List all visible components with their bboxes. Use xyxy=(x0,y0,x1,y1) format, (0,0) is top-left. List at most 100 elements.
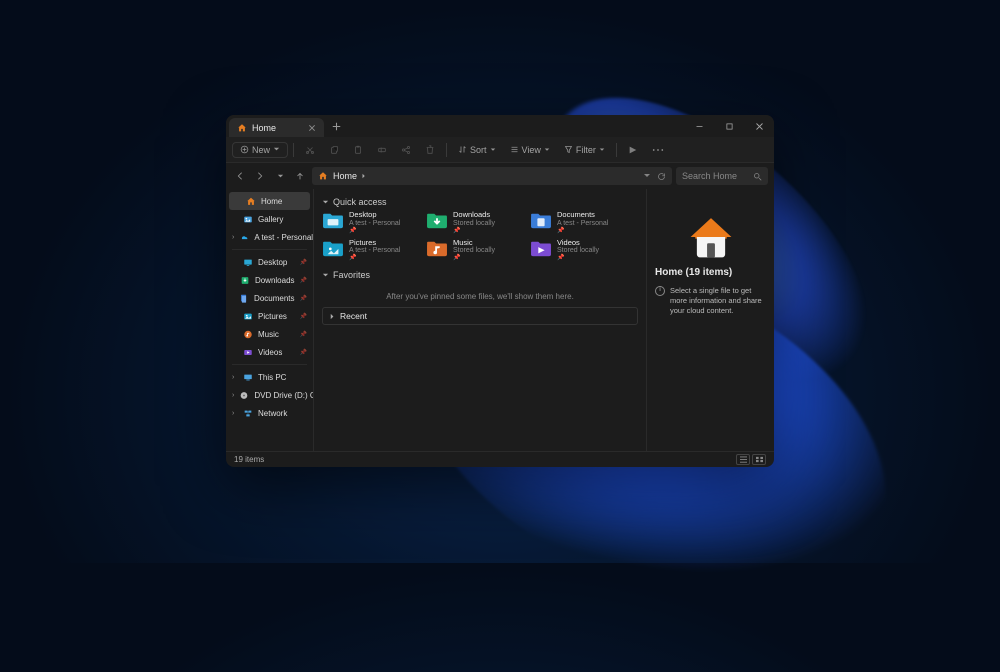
details-hint: i Select a single file to get more infor… xyxy=(655,286,766,315)
view-label: View xyxy=(522,145,541,155)
documents-icon xyxy=(239,293,249,303)
pin-icon: 📌 xyxy=(453,228,495,235)
pin-icon: 📌 xyxy=(300,331,307,338)
pin-icon: 📌 xyxy=(300,313,307,320)
window-controls xyxy=(684,115,774,137)
view-list-button[interactable] xyxy=(736,454,750,465)
maximize-button[interactable] xyxy=(714,115,744,137)
quick-item-documents[interactable]: DocumentsA test - Personal📌 xyxy=(530,211,626,235)
sidebar-item-home[interactable]: Home xyxy=(229,192,310,210)
search-icon xyxy=(753,172,762,181)
sidebar-item-music[interactable]: Music 📌 xyxy=(226,325,313,343)
sidebar-item-label: Downloads xyxy=(255,276,295,285)
pin-icon: 📌 xyxy=(557,255,599,262)
section-favorites[interactable]: Favorites xyxy=(322,268,638,284)
sidebar-item-label: Desktop xyxy=(258,258,287,267)
home-icon xyxy=(237,123,247,133)
sidebar-item-downloads[interactable]: Downloads📌 xyxy=(226,271,313,289)
sidebar-item-label: Pictures xyxy=(258,312,287,321)
quick-item-videos[interactable]: VideosStored locally📌 xyxy=(530,239,626,263)
home-icon xyxy=(246,196,256,206)
music-icon xyxy=(243,329,253,339)
section-recent[interactable]: Recent xyxy=(322,307,638,325)
search-placeholder: Search Home xyxy=(682,171,737,181)
delete-button xyxy=(419,142,441,158)
sort-button[interactable]: Sort xyxy=(452,142,502,158)
toolbar: New Sort View Filter xyxy=(226,137,774,163)
sidebar-item-label: Music xyxy=(258,330,279,339)
quick-item-music[interactable]: MusicStored locally📌 xyxy=(426,239,522,263)
close-tab-icon[interactable] xyxy=(308,124,316,132)
sidebar-item-gallery[interactable]: Gallery xyxy=(226,210,313,228)
nav-back-button[interactable] xyxy=(232,168,248,184)
folder-icon xyxy=(322,211,344,229)
sidebar-item-this-pc[interactable]: ›This PC xyxy=(226,368,313,386)
sort-label: Sort xyxy=(470,145,487,155)
sidebar-item-desktop[interactable]: Desktop 📌 xyxy=(226,253,313,271)
quick-item-downloads[interactable]: DownloadsStored locally📌 xyxy=(426,211,522,235)
quick-item-name: Downloads xyxy=(453,211,495,220)
nav-forward-button[interactable] xyxy=(252,168,268,184)
quick-item-pictures[interactable]: PicturesA test - Personal📌 xyxy=(322,239,418,263)
details-hint-text: Select a single file to get more informa… xyxy=(670,286,766,315)
nav-recent-button[interactable] xyxy=(272,168,288,184)
quick-item-desktop[interactable]: DesktopA test - Personal📌 xyxy=(322,211,418,235)
sidebar-item-label: Documents xyxy=(254,294,294,303)
sidebar-item-pictures[interactable]: Pictures 📌 xyxy=(226,307,313,325)
status-count: 19 items xyxy=(234,455,264,464)
sidebar-item-dvd-drive-d-ccc[interactable]: ›DVD Drive (D:) CCC xyxy=(226,386,313,404)
filter-label: Filter xyxy=(576,145,596,155)
pin-icon: 📌 xyxy=(557,228,608,235)
address-bar[interactable]: Home xyxy=(312,167,672,185)
folder-icon xyxy=(322,239,344,257)
pin-icon: 📌 xyxy=(300,259,307,266)
filter-button[interactable]: Filter xyxy=(558,142,611,158)
section-label: Quick access xyxy=(333,197,387,207)
sidebar-item-documents[interactable]: Documents 📌 xyxy=(226,289,313,307)
sidebar-item-videos[interactable]: Videos📌 xyxy=(226,343,313,361)
close-window-button[interactable] xyxy=(744,115,774,137)
chevron-down-icon[interactable] xyxy=(643,172,651,181)
paste-button xyxy=(347,142,369,158)
refresh-icon[interactable] xyxy=(657,172,666,181)
quick-access-grid: DesktopA test - Personal📌 DownloadsStored… xyxy=(322,211,638,262)
folder-icon xyxy=(530,239,552,257)
preview-pane-button[interactable] xyxy=(622,142,644,158)
view-button[interactable]: View xyxy=(504,142,556,158)
sidebar-item-label: Network xyxy=(258,409,287,418)
onedrive-icon xyxy=(239,232,249,242)
sidebar-item-label: A test - Personal xyxy=(254,233,313,242)
pin-icon: 📌 xyxy=(349,228,400,235)
breadcrumb-label: Home xyxy=(333,171,357,181)
section-label: Recent xyxy=(340,311,367,321)
quick-item-sub: A test - Personal xyxy=(349,247,400,255)
pin-icon: 📌 xyxy=(300,295,307,302)
folder-icon xyxy=(426,239,448,257)
cut-button xyxy=(299,142,321,158)
sidebar-item-network[interactable]: ›Network xyxy=(226,404,313,422)
sidebar-item-label: Videos xyxy=(258,348,282,357)
breadcrumb-item[interactable]: Home xyxy=(333,171,367,181)
sidebar-item-a-test-personal[interactable]: ›A test - Personal xyxy=(226,228,313,246)
new-tab-button[interactable] xyxy=(324,115,349,137)
nav-up-button[interactable] xyxy=(292,168,308,184)
new-button[interactable]: New xyxy=(232,142,288,158)
details-pane: Home (19 items) i Select a single file t… xyxy=(646,189,774,451)
tab-home[interactable]: Home xyxy=(229,118,324,137)
quick-item-name: Music xyxy=(453,239,495,248)
tab-title: Home xyxy=(252,123,276,133)
pictures-icon xyxy=(243,311,253,321)
content-area: Quick access DesktopA test - Personal📌 Do… xyxy=(314,189,646,451)
status-bar: 19 items xyxy=(226,451,774,467)
pc-icon xyxy=(243,372,253,382)
pin-icon: 📌 xyxy=(349,255,400,262)
section-quick-access[interactable]: Quick access xyxy=(322,195,638,211)
section-label: Favorites xyxy=(333,270,370,280)
search-input[interactable]: Search Home xyxy=(676,167,768,185)
share-button xyxy=(395,142,417,158)
minimize-button[interactable] xyxy=(684,115,714,137)
quick-item-sub: A test - Personal xyxy=(349,220,400,228)
more-button[interactable] xyxy=(646,145,670,155)
view-grid-button[interactable] xyxy=(752,454,766,465)
titlebar: Home xyxy=(226,115,774,137)
